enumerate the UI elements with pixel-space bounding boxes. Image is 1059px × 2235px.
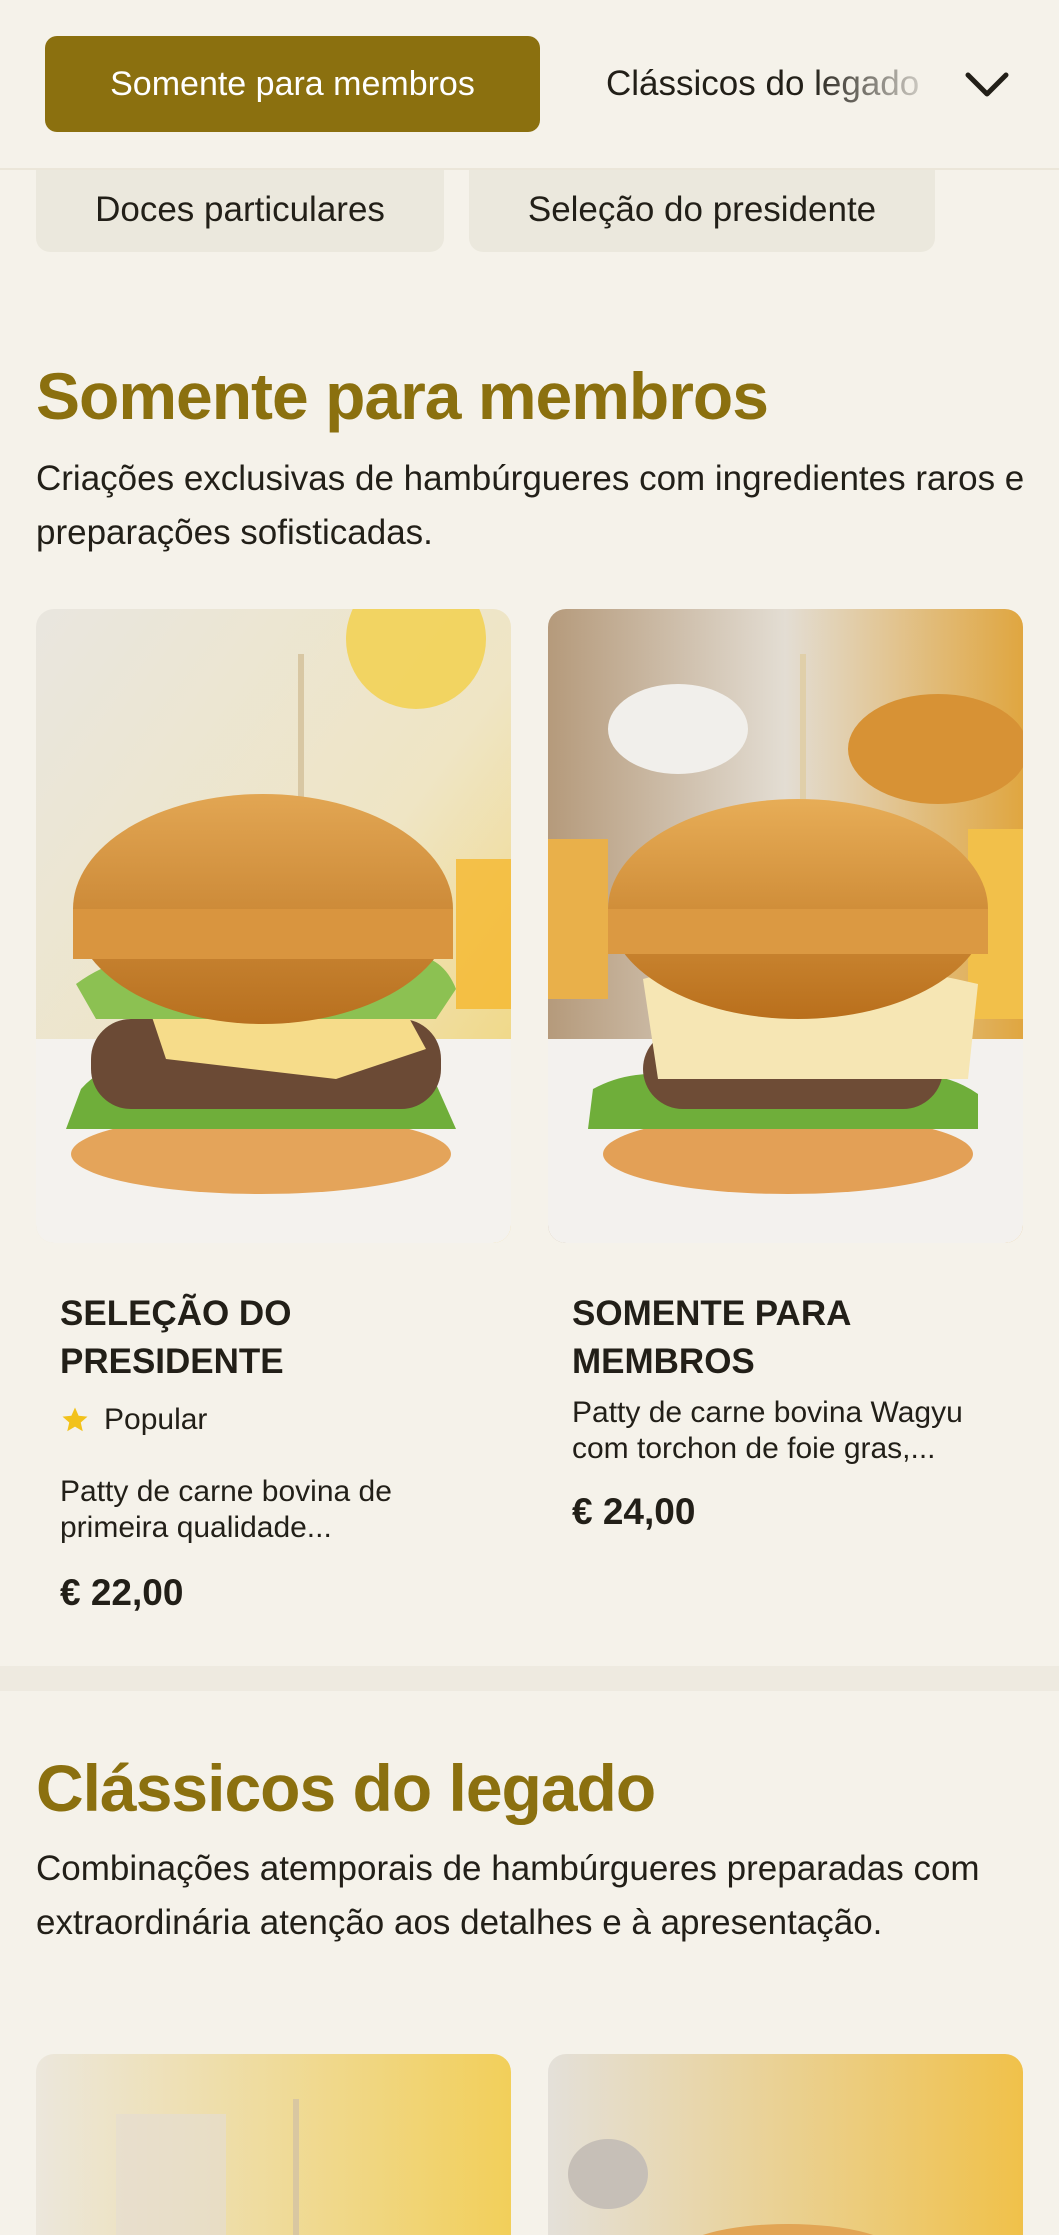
product-description: Patty de carne bovina Wagyu com torchon … [572,1396,963,1465]
category-chip-presidents-selection[interactable]: Seleção do presidente [469,168,935,252]
section-description-members: Criações exclusivas de hambúrgueres com … [36,459,1025,552]
section-divider [0,1666,1059,1691]
category-nav: Somente para membros Clássicos do legado [0,0,1059,170]
product-price: € 24,00 [572,1491,696,1532]
product-image-presidents-selection[interactable] [36,609,511,1243]
product-price: € 22,00 [60,1572,184,1613]
section-title-classics: Clássicos do legado [36,1751,656,1825]
section-title-members: Somente para membros [36,359,769,433]
product-name[interactable]: SELEÇÃO DO PRESIDENTE [60,1290,460,1386]
star-icon [62,1407,88,1432]
chevron-down-icon[interactable] [960,58,1014,112]
product-description: Patty de carne bovina de primeira qualid… [60,1475,392,1544]
category-tab-active[interactable]: Somente para membros [45,36,540,132]
section-description-classics: Combinações atemporais de hambúrgueres p… [36,1849,980,1942]
product-image-classic[interactable] [36,2054,511,2235]
category-chip-sweets[interactable]: Doces particulares [36,168,444,252]
category-tab-next[interactable]: Clássicos do legado [606,36,946,132]
product-image-members-only[interactable] [548,609,1023,1243]
product-name[interactable]: SOMENTE PARA MEMBROS [572,1290,972,1386]
popular-badge: Popular [60,1403,207,1437]
product-image-classic[interactable] [548,2054,1023,2235]
badge-label: Popular [104,1403,208,1436]
